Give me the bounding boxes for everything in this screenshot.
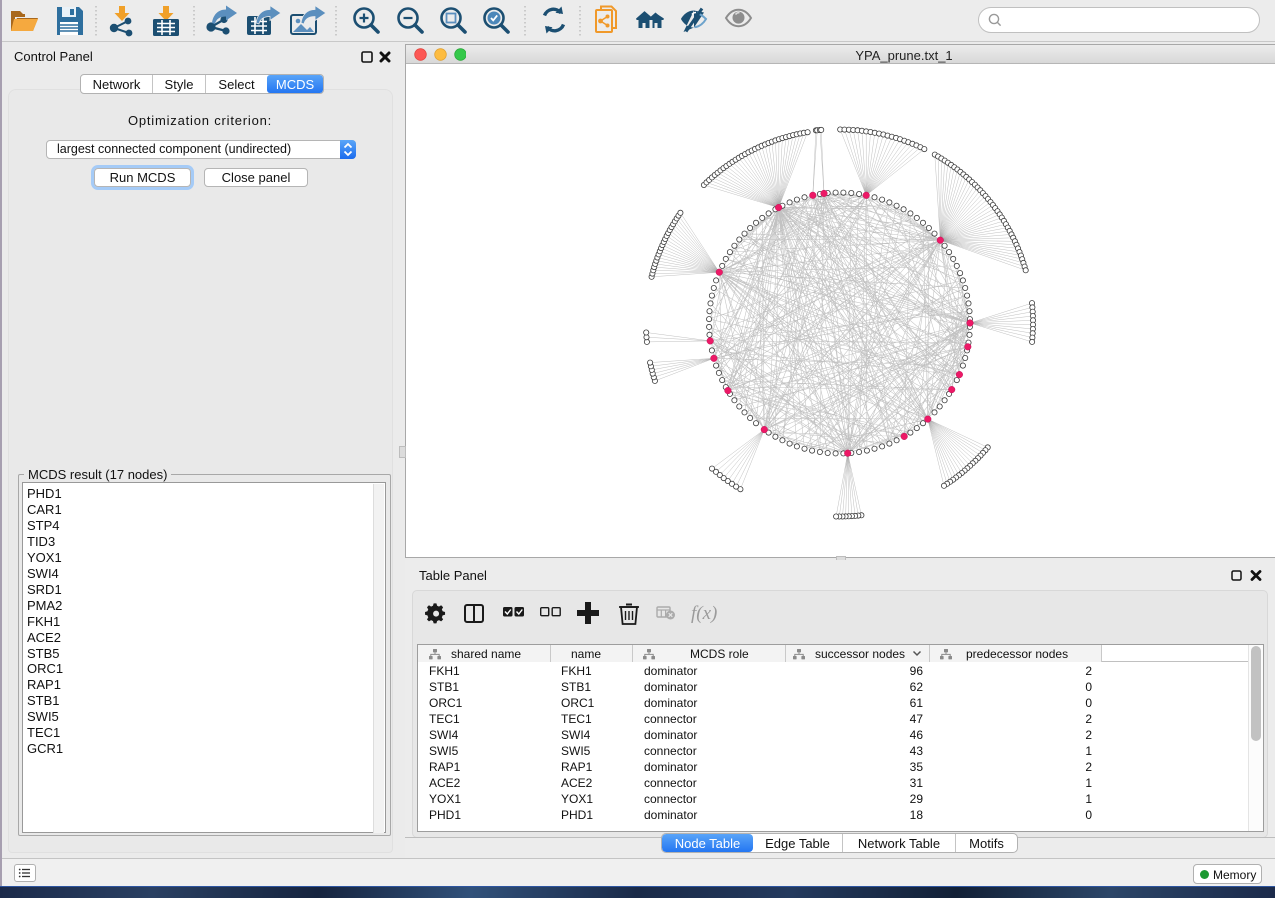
svg-text:f(x): f(x) (691, 603, 717, 624)
